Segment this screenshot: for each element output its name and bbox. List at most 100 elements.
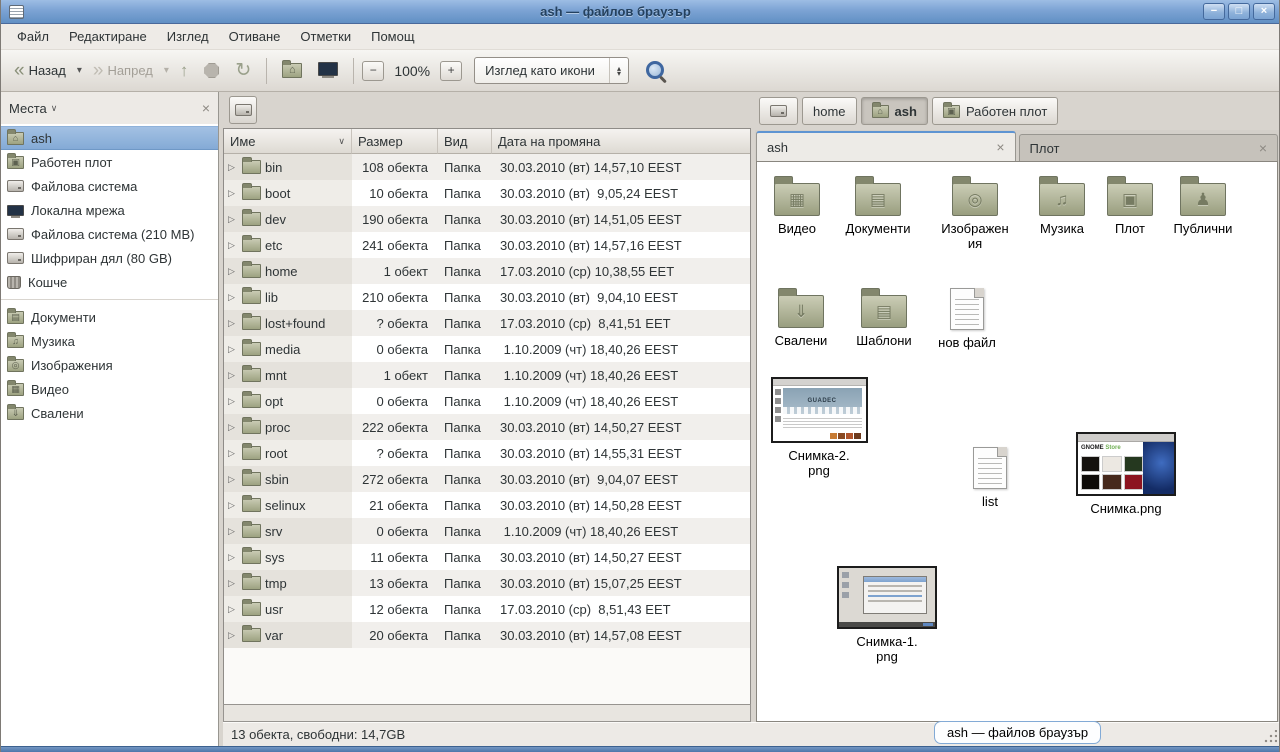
sidebar-item-Файлова система[interactable]: Файлова система <box>1 174 218 198</box>
maximize-button[interactable]: □ <box>1228 3 1250 20</box>
tree-row-mnt[interactable]: ▷mnt1 обектПапка 1.10.2009 (чт) 18,40,26… <box>224 362 750 388</box>
breadcrumb-root[interactable] <box>759 97 798 125</box>
places-label[interactable]: Места <box>9 101 47 116</box>
resize-grip[interactable] <box>1263 730 1277 744</box>
expander-icon[interactable]: ▷ <box>228 344 238 355</box>
icon-item-Снимка-2.png[interactable]: GUADECСнимка-2.png <box>780 377 858 478</box>
sidebar-item-Видео[interactable]: ▦Видео <box>1 377 218 401</box>
menu-item-3[interactable]: Отиване <box>219 25 291 48</box>
menu-item-2[interactable]: Изглед <box>157 25 219 48</box>
sidebar-item-Музика[interactable]: ♫Музика <box>1 329 218 353</box>
tab-ash[interactable]: ash× <box>756 131 1016 161</box>
icon-item-Музика[interactable]: ♫Музика <box>1023 174 1101 236</box>
up-button[interactable]: ↑ <box>173 58 196 84</box>
expander-icon[interactable]: ▷ <box>228 474 238 485</box>
icon-item-Публични[interactable]: ♟Публични <box>1164 174 1242 236</box>
tree-row-proc[interactable]: ▷proc222 обектаПапка30.03.2010 (вт) 14,5… <box>224 414 750 440</box>
tree-row-bin[interactable]: ▷bin108 обектаПапка30.03.2010 (вт) 14,57… <box>224 154 750 180</box>
places-chevron-icon[interactable]: ∨ <box>51 103 58 114</box>
breadcrumb-Работен плот[interactable]: ▣Работен плот <box>932 97 1058 125</box>
tree-row-usr[interactable]: ▷usr12 обектаПапка17.03.2010 (ср) 8,51,4… <box>224 596 750 622</box>
expander-icon[interactable]: ▷ <box>228 240 238 251</box>
tree-row-tmp[interactable]: ▷tmp13 обектаПапка30.03.2010 (вт) 15,07,… <box>224 570 750 596</box>
menu-item-1[interactable]: Редактиране <box>59 25 157 48</box>
tree-row-selinux[interactable]: ▷selinux21 обектаПапка30.03.2010 (вт) 14… <box>224 492 750 518</box>
column-header-size[interactable]: Размер <box>352 129 438 154</box>
menu-item-0[interactable]: Файл <box>7 25 59 48</box>
expander-icon[interactable]: ▷ <box>228 526 238 537</box>
sidebar-item-ash[interactable]: ⌂ash <box>1 126 218 150</box>
expander-icon[interactable]: ▷ <box>228 396 238 407</box>
forward-dropdown-icon[interactable]: ▾ <box>162 65 171 76</box>
tree-hscrollbar[interactable] <box>223 704 751 722</box>
stop-button[interactable] <box>197 58 226 83</box>
forward-button[interactable]: » Напред <box>86 58 160 84</box>
tree-row-var[interactable]: ▷var20 обектаПапка30.03.2010 (вт) 14,57,… <box>224 622 750 648</box>
sidebar-item-Локална мрежа[interactable]: Локална мрежа <box>1 198 218 222</box>
sidebar-item-Свалени[interactable]: ⇓Свалени <box>1 401 218 425</box>
tree-row-srv[interactable]: ▷srv0 обектаПапка 1.10.2009 (чт) 18,40,2… <box>224 518 750 544</box>
back-dropdown-icon[interactable]: ▾ <box>75 65 84 76</box>
expander-icon[interactable]: ▷ <box>228 162 238 173</box>
search-button[interactable] <box>645 60 667 82</box>
icon-item-Снимка.png[interactable]: GNOME StoreСнимка.png <box>1087 432 1165 516</box>
expander-icon[interactable]: ▷ <box>228 500 238 511</box>
tree-row-media[interactable]: ▷media0 обектаПапка 1.10.2009 (чт) 18,40… <box>224 336 750 362</box>
tab-Плот[interactable]: Плот× <box>1019 134 1279 161</box>
sidebar-close-button[interactable]: × <box>202 102 210 114</box>
column-header-name[interactable]: Име ∨ <box>224 129 352 154</box>
sidebar-item-Изображения[interactable]: ◎Изображения <box>1 353 218 377</box>
pane-root-button[interactable] <box>229 96 257 124</box>
sidebar-item-Работен плот[interactable]: ▣Работен плот <box>1 150 218 174</box>
zoom-out-button[interactable]: − <box>362 61 384 81</box>
tree-row-dev[interactable]: ▷dev190 обектаПапка30.03.2010 (вт) 14,51… <box>224 206 750 232</box>
sidebar-item-Файлова система (210 MB)[interactable]: Файлова система (210 MB) <box>1 222 218 246</box>
tree-row-boot[interactable]: ▷boot10 обектаПапка30.03.2010 (вт) 9,05,… <box>224 180 750 206</box>
breadcrumb-ash[interactable]: ⌂ash <box>861 97 928 125</box>
icon-item-Документи[interactable]: ▤Документи <box>839 174 917 236</box>
expander-icon[interactable]: ▷ <box>228 370 238 381</box>
expander-icon[interactable]: ▷ <box>228 630 238 641</box>
home-button[interactable]: ⌂ <box>275 58 309 83</box>
icon-item-Видео[interactable]: ▦Видео <box>758 174 836 236</box>
expander-icon[interactable]: ▷ <box>228 318 238 329</box>
tab-close-icon[interactable]: × <box>996 141 1004 153</box>
icon-item-Плот[interactable]: ▣Плот <box>1091 174 1169 236</box>
tree-row-opt[interactable]: ▷opt0 обектаПапка 1.10.2009 (чт) 18,40,2… <box>224 388 750 414</box>
expander-icon[interactable]: ▷ <box>228 292 238 303</box>
expander-icon[interactable]: ▷ <box>228 448 238 459</box>
icon-item-Свалени[interactable]: ⇓Свалени <box>762 286 840 348</box>
expander-icon[interactable]: ▷ <box>228 188 238 199</box>
expander-icon[interactable]: ▷ <box>228 604 238 615</box>
column-header-date[interactable]: Дата на промяна <box>492 129 750 154</box>
minimize-button[interactable]: − <box>1203 3 1225 20</box>
column-header-type[interactable]: Вид <box>438 129 492 154</box>
icon-item-Изображения[interactable]: ◎Изображения <box>936 174 1014 251</box>
reload-button[interactable]: ↻ <box>228 58 258 84</box>
sidebar-item-Документи[interactable]: ▤Документи <box>1 305 218 329</box>
expander-icon[interactable]: ▷ <box>228 214 238 225</box>
tab-close-icon[interactable]: × <box>1259 142 1267 154</box>
icon-item-Снимка-1.png[interactable]: Снимка-1.png <box>848 566 926 664</box>
icon-item-нов файл[interactable]: нов файл <box>928 286 1006 350</box>
zoom-in-button[interactable]: + <box>440 61 462 81</box>
tree-row-sys[interactable]: ▷sys11 обектаПапка30.03.2010 (вт) 14,50,… <box>224 544 750 570</box>
breadcrumb-home[interactable]: home <box>802 97 857 125</box>
back-button[interactable]: « Назад <box>7 58 73 84</box>
tree-row-home[interactable]: ▷home1 обектПапка17.03.2010 (ср) 10,38,5… <box>224 258 750 284</box>
menu-item-5[interactable]: Помощ <box>361 25 424 48</box>
tree-row-lib[interactable]: ▷lib210 обектаПапка30.03.2010 (вт) 9,04,… <box>224 284 750 310</box>
expander-icon[interactable]: ▷ <box>228 266 238 277</box>
expander-icon[interactable]: ▷ <box>228 578 238 589</box>
icon-item-Шаблони[interactable]: ▤Шаблони <box>845 286 923 348</box>
tree-row-etc[interactable]: ▷etc241 обектаПапка30.03.2010 (вт) 14,57… <box>224 232 750 258</box>
sidebar-item-Шифриран дял (80 GB)[interactable]: Шифриран дял (80 GB) <box>1 246 218 270</box>
icon-view[interactable]: ▦Видео▤Документи ◎Изображения♫Музика▣Плот… <box>756 161 1278 722</box>
tree-row-sbin[interactable]: ▷sbin272 обектаПапка30.03.2010 (вт) 9,04… <box>224 466 750 492</box>
icon-item-list[interactable]: list <box>951 445 1029 509</box>
close-button[interactable]: × <box>1253 3 1275 20</box>
tree-row-root[interactable]: ▷root? обектаПапка30.03.2010 (вт) 14,55,… <box>224 440 750 466</box>
sidebar-item-Кошче[interactable]: Кошче <box>1 270 218 294</box>
view-mode-select[interactable]: Изглед като икони ▴▾ <box>474 57 629 84</box>
expander-icon[interactable]: ▷ <box>228 552 238 563</box>
